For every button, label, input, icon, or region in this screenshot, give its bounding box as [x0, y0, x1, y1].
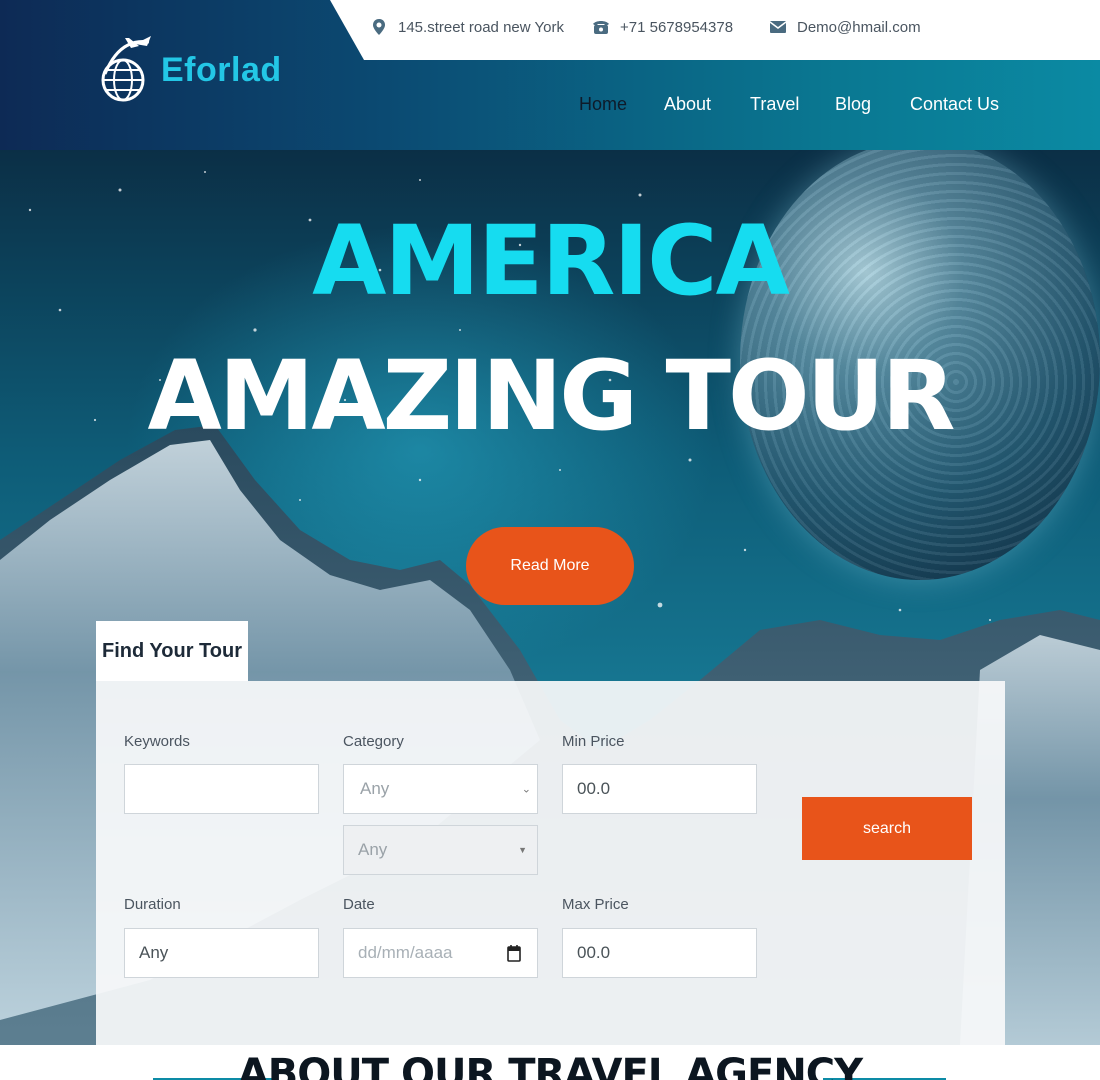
calendar-icon[interactable] — [507, 944, 521, 962]
subcategory-select-value: Any — [358, 840, 388, 859]
max-price-label: Max Price — [562, 896, 629, 913]
caret-down-icon: ▼ — [518, 845, 527, 855]
keywords-input[interactable] — [124, 764, 319, 814]
email-text: Demo@hmail.com — [797, 18, 921, 36]
brand-name: Eforlad — [161, 50, 282, 89]
contact-bar: 145.street road new York +71 5678954378 … — [330, 0, 1100, 60]
duration-input[interactable]: Any — [124, 928, 319, 978]
nav-contact[interactable]: Contact Us — [910, 94, 999, 115]
about-heading: ABOUT OUR TRAVEL AGENCY — [237, 1051, 863, 1080]
phone-item[interactable]: +71 5678954378 — [592, 16, 733, 38]
map-pin-icon — [373, 19, 385, 35]
nav-about[interactable]: About — [664, 94, 711, 115]
min-price-label: Min Price — [562, 733, 625, 750]
subcategory-select[interactable]: Any ▼ — [343, 825, 538, 875]
category-select-value: Any — [360, 779, 390, 798]
nav-blog[interactable]: Blog — [835, 94, 871, 115]
find-tour-tab[interactable]: Find Your Tour — [96, 621, 248, 681]
hero-title-primary: AMERICA — [312, 205, 790, 317]
chevron-down-icon: ⌄ — [521, 783, 531, 796]
date-input[interactable]: dd/mm/aaaa — [343, 928, 538, 978]
logo[interactable]: Eforlad — [95, 34, 282, 106]
address-text: 145.street road new York — [398, 18, 564, 36]
search-button[interactable]: search — [802, 797, 972, 860]
tour-search-panel — [96, 681, 1005, 1045]
email-item[interactable]: Demo@hmail.com — [769, 16, 921, 38]
duration-label: Duration — [124, 896, 181, 913]
address-item: 145.street road new York — [370, 16, 564, 38]
max-price-input[interactable]: 00.0 — [562, 928, 757, 978]
phone-text: +71 5678954378 — [620, 18, 734, 36]
keywords-label: Keywords — [124, 733, 190, 750]
phone-icon — [593, 21, 609, 34]
min-price-input[interactable]: 00.0 — [562, 764, 757, 814]
airplane-globe-icon — [101, 36, 151, 102]
site-header: Eforlad 145.street road new York +71 567… — [0, 0, 1100, 150]
date-label: Date — [343, 896, 375, 913]
hero-title-secondary: AMAZING TOUR — [147, 340, 956, 452]
category-label: Category — [343, 733, 404, 750]
date-placeholder: dd/mm/aaaa — [358, 943, 453, 962]
mail-icon — [769, 21, 787, 33]
nav-home[interactable]: Home — [579, 94, 627, 115]
nav-travel[interactable]: Travel — [750, 94, 799, 115]
category-select[interactable]: Any ⌄ — [343, 764, 538, 814]
read-more-button[interactable]: Read More — [466, 527, 634, 605]
about-section: ABOUT OUR TRAVEL AGENCY — [0, 1045, 1100, 1080]
